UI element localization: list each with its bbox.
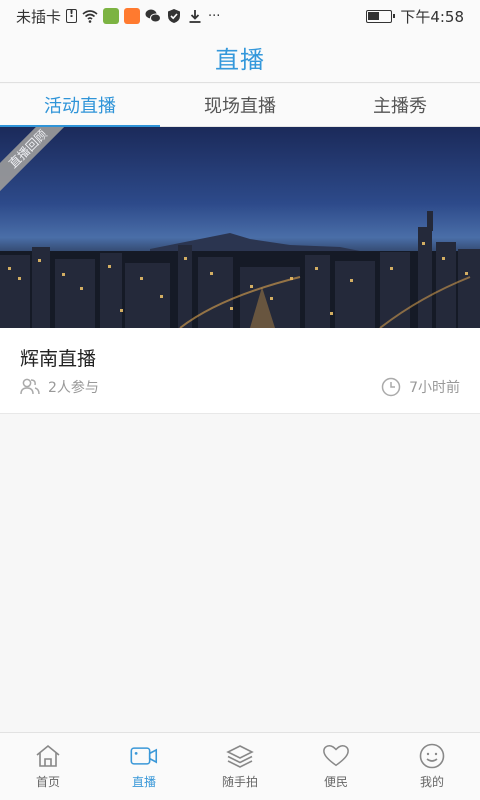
- clock-text: 下午4:58: [400, 7, 464, 26]
- nav-live-label: 直播: [131, 775, 156, 789]
- participants-count: 2人参与: [48, 380, 99, 396]
- game-app-icon: [103, 8, 120, 24]
- shield-check-icon: [168, 9, 181, 23]
- participants-info: 2人参与: [20, 377, 99, 397]
- live-title: 辉南直播: [20, 348, 97, 370]
- tab-anchor-show[interactable]: 主播秀: [320, 84, 480, 126]
- bottom-nav: 首页 直播 随手拍 便民 我的: [0, 732, 480, 800]
- tab-activity-live[interactable]: 活动直播: [0, 84, 160, 127]
- page-header: 直播: [0, 32, 480, 83]
- time-ago: 7小时前: [409, 380, 460, 396]
- nav-live[interactable]: 直播: [96, 733, 192, 800]
- clock-icon: [381, 377, 401, 397]
- nav-services[interactable]: 便民: [288, 733, 384, 800]
- smiley-icon: [419, 743, 445, 769]
- time-info: 7小时前: [381, 377, 460, 397]
- tab-bar: 活动直播 现场直播 主播秀: [0, 84, 480, 127]
- video-camera-icon: [130, 747, 158, 765]
- sim-alert-icon: [66, 7, 78, 23]
- live-cover-image[interactable]: 直播回顾: [0, 127, 480, 328]
- home-icon: [36, 744, 60, 767]
- live-card[interactable]: 直播回顾 辉南直播 2人参与 7小时前: [0, 127, 480, 414]
- more-notifications: ···: [208, 8, 221, 24]
- page-title: 直播: [215, 45, 265, 74]
- nav-mine-label: 我的: [419, 775, 444, 789]
- download-icon: [189, 10, 201, 23]
- layers-icon: [226, 745, 254, 768]
- nav-home[interactable]: 首页: [0, 733, 96, 800]
- heart-icon: [323, 744, 349, 767]
- nav-services-label: 便民: [323, 775, 348, 789]
- wifi-icon: [82, 10, 98, 23]
- nav-snapshot[interactable]: 随手拍: [192, 733, 288, 800]
- people-icon: [20, 378, 40, 395]
- nav-mine[interactable]: 我的: [384, 733, 480, 800]
- battery-icon: [366, 9, 396, 23]
- wechat-icon: [145, 9, 162, 23]
- carrier-text: 未插卡: [16, 7, 62, 26]
- nav-snapshot-label: 随手拍: [221, 775, 258, 789]
- nav-home-label: 首页: [35, 775, 60, 789]
- status-bar: 未插卡 ··· 下午4:58: [0, 0, 480, 32]
- city-night-skyline: [0, 211, 480, 328]
- taobao-app-icon: [124, 8, 141, 24]
- tab-onsite-live[interactable]: 现场直播: [160, 84, 320, 126]
